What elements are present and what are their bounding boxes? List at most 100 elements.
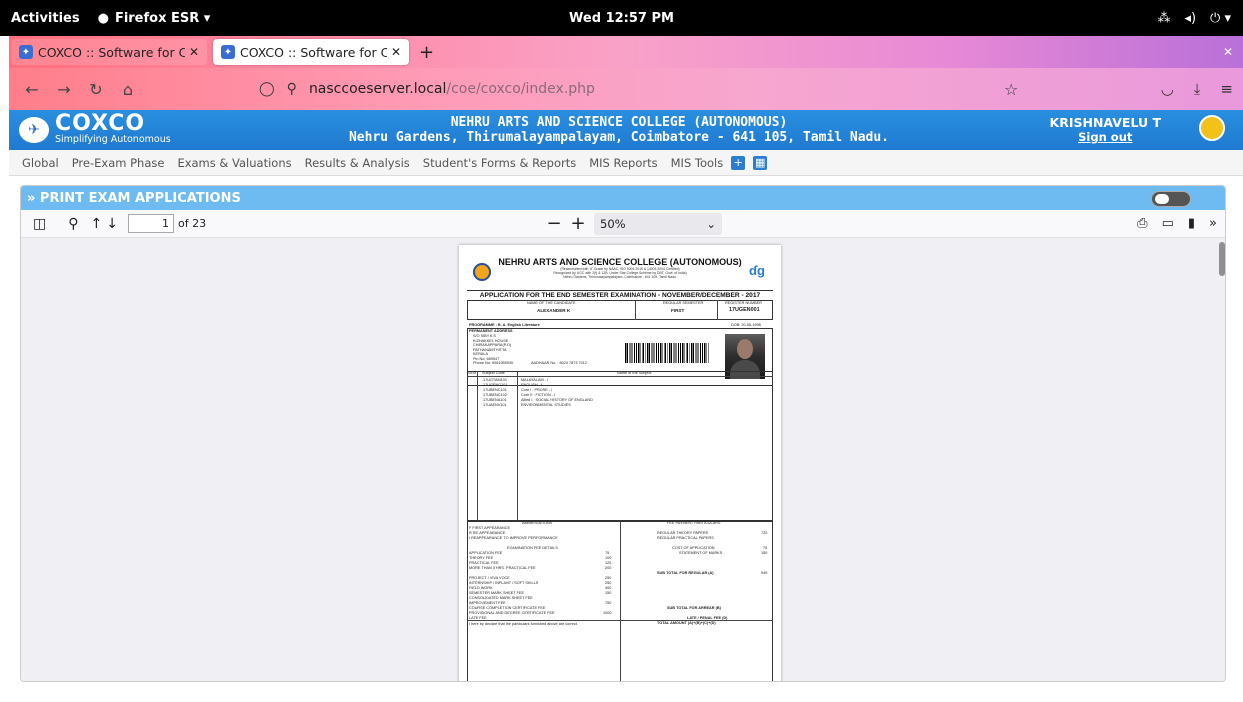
sign-out-link[interactable]: Sign out [1050, 130, 1161, 145]
brand-name: COXCO [55, 111, 146, 136]
payment-row: REGULAR PRACTICAL PAPERS [657, 536, 714, 540]
bookmark-icon[interactable]: ▮ [1188, 216, 1195, 231]
pdf-page: ɗɡ NEHRU ARTS AND SCIENCE COLLEGE (AUTON… [459, 245, 781, 681]
menu-item-exams-valuations[interactable]: Exams & Valuations [177, 156, 291, 170]
fee-row: PROVISIONAL AND DEGREE CERTIFICATE FEE [469, 611, 555, 615]
back-icon[interactable]: ← [23, 80, 41, 99]
address-line: Phone No: 9061955930 [473, 361, 514, 365]
payment-row: COST OF APPLICATION [672, 546, 715, 550]
fee-amount: 400 [605, 586, 612, 590]
fee-row: MORE THAN 3 HRS. PRACTICAL FEE [469, 566, 536, 570]
fee-amount: 100 [605, 556, 612, 560]
fee-amount: 75 [605, 551, 610, 555]
form-address: Nehru Gardens, Thirumalayampalayam, Coim… [563, 275, 677, 279]
payment-amount: 150 [761, 551, 768, 555]
site-banner: ✈ COXCO Simplifying Autonomous NEHRU ART… [9, 110, 1243, 150]
aadhaar: AADHAAR No. : 8024 7873 7012 [531, 361, 587, 365]
tab-coxco-1[interactable]: ✦ COXCO :: Software for Co ✕ [11, 39, 207, 65]
shield-icon: ◯ [259, 81, 275, 97]
fee-amount: 250 [605, 581, 612, 585]
semester-label: REGULAR SEMESTER [663, 301, 704, 305]
fee-row: SEMESTER MARK SHEET FEE [469, 591, 524, 595]
main-menu: Global Pre-Exam Phase Exams & Valuations… [9, 150, 1243, 176]
close-tab-icon[interactable]: ✕ [189, 45, 199, 59]
panel-toggle[interactable] [1151, 191, 1191, 207]
calendar-icon[interactable]: ▦ [753, 155, 768, 170]
pdf-scrollbar[interactable] [1219, 242, 1225, 276]
url-path: /coe/coxco/index.php [446, 81, 595, 97]
abbr-row: I REAPPEARANCE TO IMPROVE PERFORMANCE [469, 536, 558, 540]
pdf-viewer[interactable]: ɗɡ NEHRU ARTS AND SCIENCE COLLEGE (AUTON… [21, 238, 1225, 681]
firefox-icon: ● [97, 10, 109, 26]
abbreviations-label: ABBREVIATIONS [522, 521, 553, 525]
semester-value: FIRST [671, 308, 685, 313]
fee-amount: 1000 [603, 611, 612, 615]
regno-label: REGISTER NUMBER [725, 301, 762, 305]
tab-coxco-2[interactable]: ✦ COXCO :: Software for Co ✕ [213, 39, 409, 65]
volume-icon: ◂) [1184, 10, 1197, 26]
navigation-toolbar: ← → ↻ ⌂ ◯ ⚲ nasccoeserver.local/coe/coxc… [9, 68, 1243, 110]
coxco-logo[interactable]: ✈ COXCO Simplifying Autonomous [19, 111, 171, 145]
fee-row: CONSOLIDATED MARK SHEET FEE [469, 596, 533, 600]
lock-icon: ⚲ [286, 81, 297, 97]
menu-item-mis-tools[interactable]: MIS Tools [671, 156, 724, 170]
system-tray[interactable]: ⁂ ◂) ⏻ ▾ [1157, 11, 1231, 26]
menu-item-pre-exam[interactable]: Pre-Exam Phase [72, 156, 165, 170]
tab-strip: ✦ COXCO :: Software for Co ✕ ✦ COXCO :: … [9, 36, 1243, 68]
fee-amount: 200 [605, 566, 612, 570]
subjects-box [467, 371, 773, 521]
menu-icon[interactable]: ≡ [1220, 80, 1233, 98]
power-icon: ⏻ ▾ [1210, 10, 1231, 26]
menu-item-student-forms[interactable]: Student's Forms & Reports [423, 156, 576, 170]
iqac-logo-icon: ɗɡ [749, 263, 765, 278]
print-icon[interactable]: ⎙ [1137, 216, 1147, 231]
reload-icon[interactable]: ↻ [87, 80, 105, 99]
zoom-select[interactable]: 50% ⌄ [594, 212, 722, 235]
coxco-logo-icon: ✈ [19, 116, 49, 143]
close-tab-icon[interactable]: ✕ [391, 45, 401, 59]
payment-amount: 75 [763, 546, 768, 550]
menu-item-mis-reports[interactable]: MIS Reports [589, 156, 657, 170]
sidebar-toggle-icon[interactable]: ◫ [33, 216, 46, 232]
payment-row: STATEMENT OF MARKS [679, 551, 723, 555]
previous-page-icon[interactable]: ↑ [91, 216, 103, 232]
chevron-down-icon: ⌄ [706, 216, 716, 231]
payment-row: SUB TOTAL FOR ARREAR (B) [667, 606, 721, 610]
form-college-name: NEHRU ARTS AND SCIENCE COLLEGE (AUTONOMO… [498, 257, 742, 267]
fee-row: PROJECT / VIVA VOCE [469, 576, 510, 580]
page-number-input[interactable]: 1 [127, 214, 174, 233]
subject-code: 17UGTAM101 [483, 378, 507, 382]
fees-label: EXAMINATION FEE DETAILS [507, 546, 558, 550]
more-tools-icon[interactable]: » [1209, 216, 1217, 231]
form-accreditation: (Reaccredited with 'A' Grade by NAAC, IS… [497, 267, 743, 279]
new-tab-button[interactable]: + [419, 42, 434, 63]
brand-tagline: Simplifying Autonomous [55, 134, 171, 145]
next-page-icon[interactable]: ↓ [106, 216, 118, 232]
zoom-out-button[interactable]: − [546, 213, 562, 234]
find-icon[interactable]: ⚲ [68, 216, 78, 232]
payment-row: REGULAR THEORY PAPERS [657, 531, 709, 535]
home-icon[interactable]: ⌂ [119, 80, 137, 99]
declaration: I here by declare that the particulars f… [469, 622, 578, 626]
activities-button[interactable]: Activities [11, 11, 80, 26]
subject-code: 17UAENV101 [483, 403, 507, 407]
user-name: KRISHNAVELU T [1049, 115, 1161, 130]
print-exam-panel: » PRINT EXAM APPLICATIONS ◫ ⚲ ↑ ↓ 1 of 2… [20, 185, 1226, 682]
add-icon[interactable]: + [731, 155, 746, 170]
candidate-name: ALEXANDER K [537, 308, 571, 313]
forward-icon[interactable]: → [55, 80, 73, 99]
pdf-toolbar: ◫ ⚲ ↑ ↓ 1 of 23 − + 50% ⌄ ⎙ ▭ ▮ » [21, 210, 1225, 238]
downloads-icon[interactable]: ⤓ [1194, 80, 1201, 98]
pocket-icon[interactable]: ◡ [1161, 80, 1174, 98]
save-icon[interactable]: ▭ [1162, 216, 1174, 231]
menu-item-global[interactable]: Global [22, 156, 59, 170]
firefox-app-menu[interactable]: ● Firefox ESR ▾ [98, 11, 211, 26]
payment-amount: 720 [761, 531, 768, 535]
bookmark-star-icon[interactable]: ☆ [1004, 80, 1018, 99]
menu-item-results-analysis[interactable]: Results & Analysis [305, 156, 410, 170]
address-label: PERMANENT ADDRESS [469, 329, 513, 333]
url-host: nasccoeserver.local [308, 81, 447, 97]
zoom-in-button[interactable]: + [570, 213, 586, 234]
url-bar[interactable]: ◯ ⚲ nasccoeserver.local/coe/coxco/index.… [259, 75, 1039, 103]
window-close-icon[interactable]: ✕ [1223, 45, 1233, 59]
